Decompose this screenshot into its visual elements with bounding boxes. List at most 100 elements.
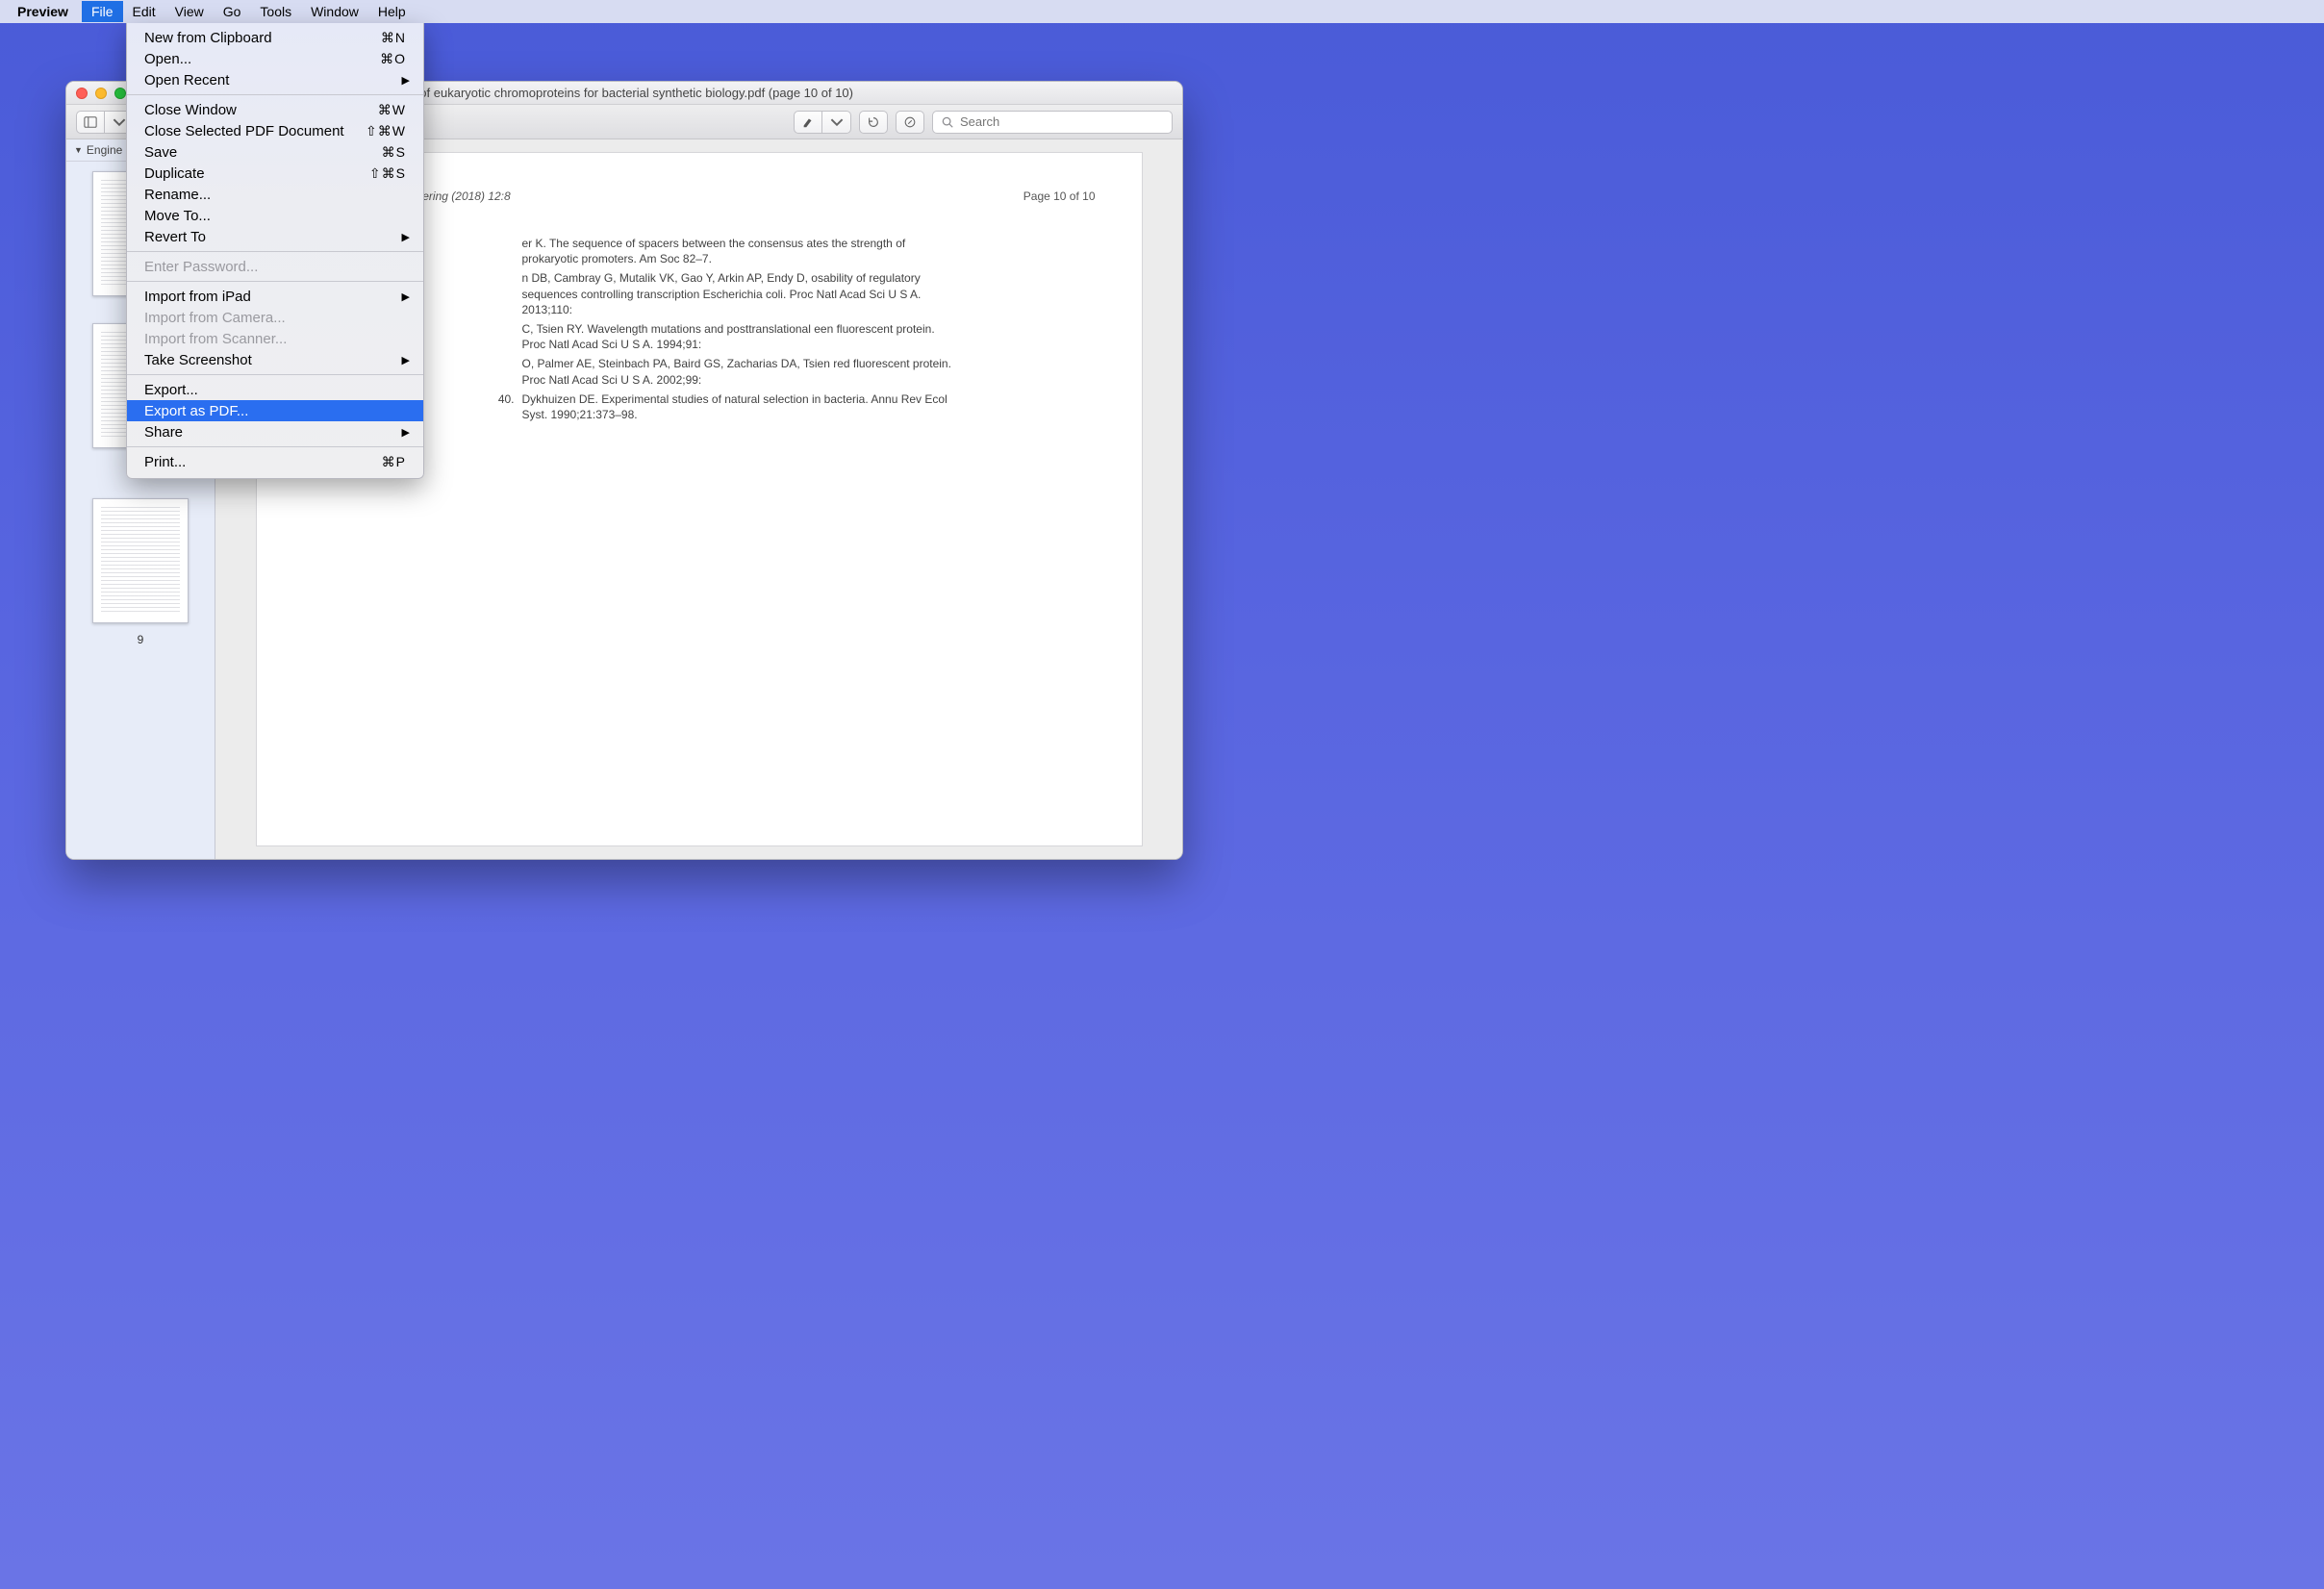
search-field[interactable]	[932, 111, 1173, 134]
menu-item-shortcut: ⌘O	[380, 51, 406, 67]
menu-item-label: New from Clipboard	[144, 30, 381, 46]
close-window-button[interactable]	[76, 88, 88, 99]
menu-item-open-recent[interactable]: Open Recent▶	[127, 69, 423, 90]
sidebar-toggle-button[interactable]	[76, 111, 105, 134]
chevron-down-icon	[113, 115, 126, 129]
menu-item-label: Print...	[144, 454, 382, 470]
menu-item-label: Export as PDF...	[144, 403, 406, 419]
menu-item-label: Share	[144, 424, 406, 441]
submenu-arrow-icon: ▶	[402, 290, 410, 303]
page-number-label: Page 10 of 10	[1023, 189, 1096, 203]
reference-text: Dykhuizen DE. Experimental studies of na…	[522, 391, 957, 422]
menu-item-label: Import from iPad	[144, 289, 406, 305]
menu-item-shortcut: ⇧⌘W	[366, 123, 406, 139]
menu-item-shortcut: ⇧⌘S	[369, 165, 406, 182]
submenu-arrow-icon: ▶	[402, 74, 410, 87]
menu-item-shortcut: ⌘W	[378, 102, 406, 118]
rotate-icon	[867, 115, 880, 129]
submenu-arrow-icon: ▶	[402, 426, 410, 439]
reference-number	[495, 270, 522, 317]
menu-item-save[interactable]: Save⌘S	[127, 141, 423, 163]
menu-item-label: Enter Password...	[144, 259, 406, 275]
menu-item-label: Revert To	[144, 229, 406, 245]
sidebar-heading-label: Engine	[87, 143, 122, 157]
menu-item-shortcut: ⌘P	[382, 454, 406, 470]
menu-item-label: Export...	[144, 382, 406, 398]
rotate-button[interactable]	[859, 111, 888, 134]
menu-help[interactable]: Help	[368, 1, 416, 22]
menu-item-shortcut: ⌘N	[381, 30, 406, 46]
menu-item-revert-to[interactable]: Revert To▶	[127, 226, 423, 247]
menu-item-import-from-ipad[interactable]: Import from iPad▶	[127, 286, 423, 307]
reference-number	[495, 236, 522, 266]
menu-item-close-selected-pdf-document[interactable]: Close Selected PDF Document⇧⌘W	[127, 120, 423, 141]
menu-item-print[interactable]: Print...⌘P	[127, 451, 423, 472]
reference-entry: C, Tsien RY. Wavelength mutations and po…	[495, 321, 957, 352]
menu-item-label: Close Window	[144, 102, 378, 118]
menu-view[interactable]: View	[165, 1, 214, 22]
file-menu-dropdown: New from Clipboard⌘NOpen...⌘OOpen Recent…	[126, 23, 424, 479]
submenu-arrow-icon: ▶	[402, 354, 410, 366]
menu-item-close-window[interactable]: Close Window⌘W	[127, 99, 423, 120]
reference-entry: er K. The sequence of spacers between th…	[495, 236, 957, 266]
sidebar-icon	[84, 115, 97, 129]
menu-go[interactable]: Go	[214, 1, 251, 22]
menu-item-share[interactable]: Share▶	[127, 421, 423, 442]
menu-item-label: Save	[144, 144, 382, 161]
search-icon	[941, 115, 954, 129]
menu-item-label: Import from Camera...	[144, 310, 406, 326]
app-name[interactable]: Preview	[17, 4, 68, 19]
chevron-down-icon	[830, 115, 844, 129]
menu-item-label: Import from Scanner...	[144, 331, 406, 347]
reference-entry: n DB, Cambray G, Mutalik VK, Gao Y, Arki…	[495, 270, 957, 317]
menu-window[interactable]: Window	[301, 1, 368, 22]
reference-entry: 40.Dykhuizen DE. Experimental studies of…	[495, 391, 957, 422]
reference-number	[495, 356, 522, 387]
menu-item-take-screenshot[interactable]: Take Screenshot▶	[127, 349, 423, 370]
submenu-arrow-icon: ▶	[402, 231, 410, 243]
menu-item-rename[interactable]: Rename...	[127, 184, 423, 205]
menu-tools[interactable]: Tools	[250, 1, 301, 22]
thumbnail-page-number: 9	[66, 633, 215, 646]
menu-file[interactable]: File	[82, 1, 123, 22]
reference-text: er K. The sequence of spacers between th…	[522, 236, 957, 266]
highlighter-icon	[801, 115, 815, 129]
menu-item-shortcut: ⌘S	[382, 144, 406, 161]
sidebar-view-segmented[interactable]	[76, 111, 134, 134]
highlight-button[interactable]	[794, 111, 822, 134]
reference-number	[495, 321, 522, 352]
markup-toolbar-button[interactable]	[896, 111, 924, 134]
markup-segmented[interactable]	[794, 111, 851, 134]
menu-item-import-from-camera: Import from Camera...	[127, 307, 423, 328]
menu-item-label: Take Screenshot	[144, 352, 406, 368]
menu-item-label: Move To...	[144, 208, 406, 224]
menubar: Preview FileEditViewGoToolsWindowHelp	[0, 0, 2324, 23]
menu-item-export-as-pdf[interactable]: Export as PDF...	[127, 400, 423, 421]
menu-edit[interactable]: Edit	[123, 1, 165, 22]
menu-item-move-to[interactable]: Move To...	[127, 205, 423, 226]
disclosure-triangle-icon[interactable]: ▼	[74, 145, 83, 155]
reference-text: C, Tsien RY. Wavelength mutations and po…	[522, 321, 957, 352]
menu-item-import-from-scanner: Import from Scanner...	[127, 328, 423, 349]
minimize-window-button[interactable]	[95, 88, 107, 99]
zoom-window-button[interactable]	[114, 88, 126, 99]
markup-pen-icon	[903, 115, 917, 129]
search-input[interactable]	[960, 114, 1164, 129]
menu-item-label: Close Selected PDF Document	[144, 123, 366, 139]
highlight-menu-button[interactable]	[822, 111, 851, 134]
page-thumbnail[interactable]	[92, 498, 189, 623]
reference-number: 40.	[495, 391, 522, 422]
menu-item-label: Open Recent	[144, 72, 406, 88]
reference-text: n DB, Cambray G, Mutalik VK, Gao Y, Arki…	[522, 270, 957, 317]
menu-item-label: Duplicate	[144, 165, 369, 182]
menu-item-enter-password: Enter Password...	[127, 256, 423, 277]
menu-item-duplicate[interactable]: Duplicate⇧⌘S	[127, 163, 423, 184]
menu-item-new-from-clipboard[interactable]: New from Clipboard⌘N	[127, 27, 423, 48]
menu-item-label: Rename...	[144, 187, 406, 203]
menu-item-export[interactable]: Export...	[127, 379, 423, 400]
window-controls	[76, 88, 126, 99]
menu-item-open[interactable]: Open...⌘O	[127, 48, 423, 69]
menu-item-label: Open...	[144, 51, 380, 67]
reference-text: O, Palmer AE, Steinbach PA, Baird GS, Za…	[522, 356, 957, 387]
reference-entry: O, Palmer AE, Steinbach PA, Baird GS, Za…	[495, 356, 957, 387]
